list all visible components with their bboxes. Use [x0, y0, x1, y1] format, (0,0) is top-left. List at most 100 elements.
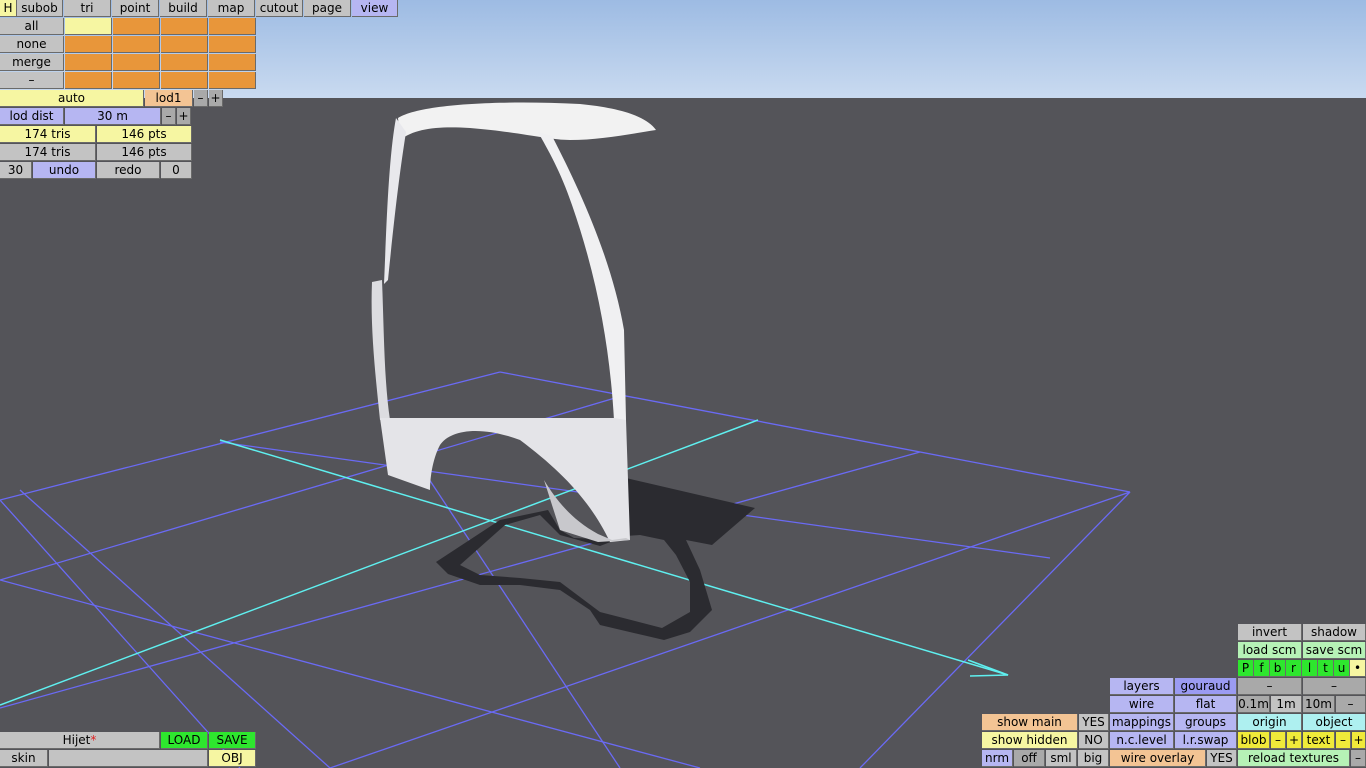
select-minus-button[interactable]: – — [0, 72, 64, 89]
select-all-button[interactable]: all — [0, 18, 64, 35]
save-button[interactable]: SAVE — [209, 732, 256, 749]
model-name-field[interactable]: Hijet* — [0, 732, 160, 749]
reload-minus-button[interactable]: – — [1351, 750, 1366, 767]
subobject-swatch[interactable] — [65, 18, 112, 35]
scene-canvas — [0, 102, 1131, 768]
grid-size-1[interactable]: 1m — [1271, 696, 1302, 713]
grid-size-2[interactable]: 10m — [1303, 696, 1335, 713]
lod-point-count: 146 pts — [97, 126, 192, 143]
lr-swap-button[interactable]: l.r.swap — [1175, 732, 1237, 749]
lod-minus-button[interactable]: – — [194, 90, 208, 107]
redo-button[interactable]: redo — [97, 162, 160, 179]
lod-plus-button[interactable]: + — [209, 90, 223, 107]
subobject-swatch[interactable] — [65, 36, 112, 53]
subobject-swatch[interactable] — [113, 54, 160, 71]
view-dir-2[interactable]: b — [1270, 660, 1286, 677]
lod-dist-value[interactable]: 30 m — [65, 108, 161, 125]
dash-button-a[interactable]: – — [1238, 678, 1302, 695]
merge-button[interactable]: merge — [0, 54, 64, 71]
lod-tri-count: 174 tris — [0, 126, 96, 143]
wire-overlay-toggle[interactable]: YES — [1207, 750, 1237, 767]
text-plus-button[interactable]: + — [1352, 732, 1366, 749]
tab-cutout[interactable]: cutout — [256, 0, 303, 17]
subobject-swatch[interactable] — [113, 18, 160, 35]
view-dir-0[interactable]: P — [1238, 660, 1254, 677]
normals-big-button[interactable]: big — [1078, 750, 1109, 767]
obj-export-button[interactable]: OBJ — [209, 750, 256, 767]
view-dir-7[interactable]: • — [1350, 660, 1366, 677]
modified-indicator: * — [90, 733, 97, 747]
tab-point[interactable]: point — [112, 0, 159, 17]
blob-button[interactable]: blob — [1238, 732, 1270, 749]
h-toggle-button[interactable]: H — [0, 0, 17, 17]
subobject-swatch[interactable] — [113, 72, 160, 89]
subobject-swatch[interactable] — [113, 36, 160, 53]
invert-button[interactable]: invert — [1238, 624, 1302, 641]
text-button[interactable]: text — [1303, 732, 1335, 749]
load-scm-button[interactable]: load scm — [1238, 642, 1302, 659]
tab-subob[interactable]: subob — [17, 0, 63, 17]
select-none-button[interactable]: none — [0, 36, 64, 53]
subobject-swatch[interactable] — [161, 18, 208, 35]
wire-overlay-label: wire overlay — [1110, 750, 1206, 767]
subobject-swatch[interactable] — [209, 36, 256, 53]
blob-plus-button[interactable]: + — [1287, 732, 1302, 749]
total-tri-count: 174 tris — [0, 144, 96, 161]
lod-dist-plus-button[interactable]: + — [177, 108, 191, 125]
view-dir-3[interactable]: r — [1286, 660, 1302, 677]
layers-button[interactable]: layers — [1110, 678, 1174, 695]
show-main-toggle[interactable]: YES — [1079, 714, 1109, 731]
lod-dist-label: lod dist — [0, 108, 64, 125]
origin-button[interactable]: origin — [1238, 714, 1302, 731]
view-dir-4[interactable]: l — [1302, 660, 1318, 677]
hijet-cab-model — [371, 102, 656, 542]
groups-button[interactable]: groups — [1175, 714, 1237, 731]
object-button[interactable]: object — [1303, 714, 1366, 731]
skin-input[interactable] — [49, 750, 208, 767]
subobject-swatch[interactable] — [65, 72, 112, 89]
show-hidden-toggle[interactable]: NO — [1079, 732, 1109, 749]
auto-lod-button[interactable]: auto — [0, 90, 144, 107]
subobject-swatch[interactable] — [161, 72, 208, 89]
tab-page[interactable]: page — [304, 0, 351, 17]
text-minus-button[interactable]: – — [1336, 732, 1351, 749]
blob-minus-button[interactable]: – — [1271, 732, 1286, 749]
flat-button[interactable]: flat — [1175, 696, 1237, 713]
save-scm-button[interactable]: save scm — [1303, 642, 1366, 659]
model-name: Hijet — [62, 733, 91, 747]
3d-viewport[interactable] — [0, 98, 1366, 768]
tab-view[interactable]: view — [352, 0, 398, 17]
redo-count: 0 — [161, 162, 192, 179]
tab-build[interactable]: build — [160, 0, 207, 17]
subobject-swatch[interactable] — [161, 36, 208, 53]
load-button[interactable]: LOAD — [161, 732, 208, 749]
normals-nrm-button[interactable]: nrm — [982, 750, 1013, 767]
lod-dist-minus-button[interactable]: – — [162, 108, 176, 125]
subobject-swatch[interactable] — [209, 54, 256, 71]
grid-size-3[interactable]: – — [1336, 696, 1366, 713]
dash-button-b[interactable]: – — [1303, 678, 1366, 695]
normals-off-button[interactable]: off — [1014, 750, 1045, 767]
grid-size-0[interactable]: 0.1m — [1238, 696, 1270, 713]
view-dir-6[interactable]: u — [1334, 660, 1350, 677]
undo-count: 30 — [0, 162, 32, 179]
tab-map[interactable]: map — [208, 0, 255, 17]
total-point-count: 146 pts — [97, 144, 192, 161]
mappings-button[interactable]: mappings — [1110, 714, 1174, 731]
shadow-button[interactable]: shadow — [1303, 624, 1366, 641]
undo-button[interactable]: undo — [33, 162, 96, 179]
subobject-swatch[interactable] — [161, 54, 208, 71]
subobject-swatch[interactable] — [209, 72, 256, 89]
nc-level-button[interactable]: n.c.level — [1110, 732, 1174, 749]
axis-lines — [0, 419, 1009, 706]
subobject-swatch[interactable] — [209, 18, 256, 35]
view-dir-5[interactable]: t — [1318, 660, 1334, 677]
wire-button[interactable]: wire — [1110, 696, 1174, 713]
reload-textures-button[interactable]: reload textures — [1238, 750, 1350, 767]
normals-sml-button[interactable]: sml — [1046, 750, 1077, 767]
lod-select-button[interactable]: lod1 — [145, 90, 193, 107]
tab-tri[interactable]: tri — [64, 0, 111, 17]
view-dir-1[interactable]: f — [1254, 660, 1270, 677]
subobject-swatch[interactable] — [65, 54, 112, 71]
gouraud-button[interactable]: gouraud — [1175, 678, 1237, 695]
